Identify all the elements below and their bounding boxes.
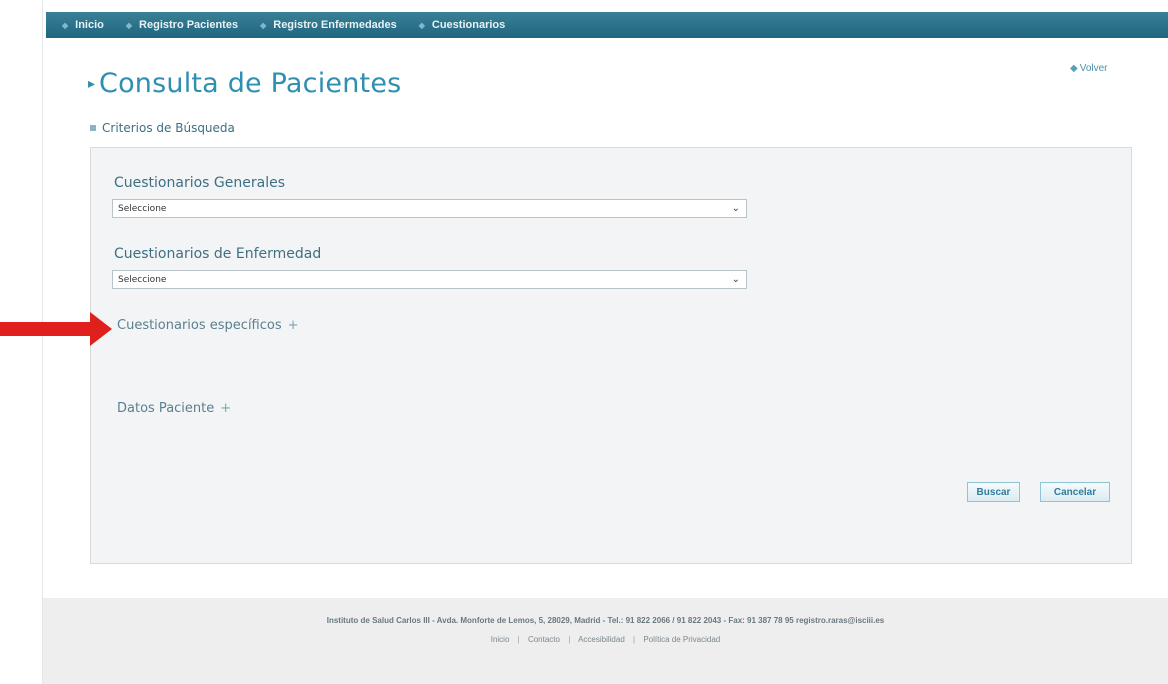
nav-bullet-icon: ◆ [125, 20, 133, 30]
cuestionarios-generales-select[interactable]: Seleccione ⌄ [112, 199, 747, 218]
square-bullet-icon [90, 125, 96, 131]
footer-link-contacto[interactable]: Contacto [528, 635, 560, 644]
footer-separator: | [517, 635, 520, 644]
title-arrow-icon: ▸ [88, 75, 96, 92]
footer-separator: | [633, 635, 636, 644]
nav-item-label: Registro Pacientes [139, 19, 239, 31]
page-title: Consulta de Pacientes [99, 68, 402, 99]
select-value: Seleccione [118, 274, 167, 285]
footer-link-privacidad[interactable]: Política de Privacidad [643, 635, 720, 644]
nav-item-registro-pacientes[interactable]: ◆ Registro Pacientes [126, 19, 238, 31]
expander-label: Cuestionarios específicos [117, 318, 282, 333]
red-annotation-arrow-icon [0, 312, 112, 346]
cancelar-button[interactable]: Cancelar [1040, 482, 1110, 502]
nav-item-label: Cuestionarios [431, 19, 506, 31]
nav-item-label: Registro Enfermedades [273, 19, 397, 31]
nav-bullet-icon: ◆ [62, 20, 69, 30]
chevron-down-icon: ⌄ [731, 203, 740, 214]
footer-link-accesibilidad[interactable]: Accesibilidad [578, 635, 625, 644]
cuestionarios-enfermedad-select[interactable]: Seleccione ⌄ [112, 270, 747, 289]
nav-item-registro-enfermedades[interactable]: ◆ Registro Enfermedades [260, 19, 397, 31]
search-criteria-panel: Cuestionarios Generales Seleccione ⌄ Cue… [90, 147, 1132, 564]
select-value: Seleccione [118, 203, 167, 214]
cuestionarios-especificos-toggle[interactable]: Cuestionarios específicos + [117, 318, 299, 333]
page-title-wrap: ▸ Consulta de Pacientes [88, 68, 401, 99]
footer-separator: | [568, 635, 571, 644]
nav-item-label: Inicio [75, 19, 104, 31]
nav-item-cuestionarios[interactable]: ◆ Cuestionarios [419, 19, 506, 31]
footer-link-inicio[interactable]: Inicio [491, 635, 510, 644]
datos-paciente-toggle[interactable]: Datos Paciente + [117, 401, 231, 416]
cuestionarios-generales-label: Cuestionarios Generales [114, 175, 285, 191]
footer: Instituto de Salud Carlos III - Avda. Mo… [43, 598, 1168, 684]
section-title: Criterios de Búsqueda [102, 121, 235, 135]
footer-links: Inicio | Contacto | Accesibilidad | Polí… [43, 635, 1168, 644]
nav-item-inicio[interactable]: ◆ Inicio [62, 19, 104, 31]
expander-label: Datos Paciente [117, 401, 215, 416]
buscar-button[interactable]: Buscar [967, 482, 1020, 502]
plus-icon: + [220, 401, 232, 416]
plus-icon: + [287, 318, 299, 333]
chevron-down-icon: ⌄ [731, 274, 740, 285]
volver-link[interactable]: ◆ Volver [1070, 63, 1108, 74]
nav-bullet-icon: ◆ [418, 20, 425, 30]
nav-bullet-icon: ◆ [260, 20, 267, 30]
back-arrow-icon: ◆ [1070, 63, 1078, 74]
volver-label: Volver [1079, 63, 1108, 74]
top-navigation-bar: ◆ Inicio ◆ Registro Pacientes ◆ Registro… [46, 12, 1168, 38]
cuestionarios-enfermedad-label: Cuestionarios de Enfermedad [114, 246, 322, 262]
footer-address: Instituto de Salud Carlos III - Avda. Mo… [326, 616, 885, 625]
section-header: Criterios de Búsqueda [90, 121, 235, 135]
